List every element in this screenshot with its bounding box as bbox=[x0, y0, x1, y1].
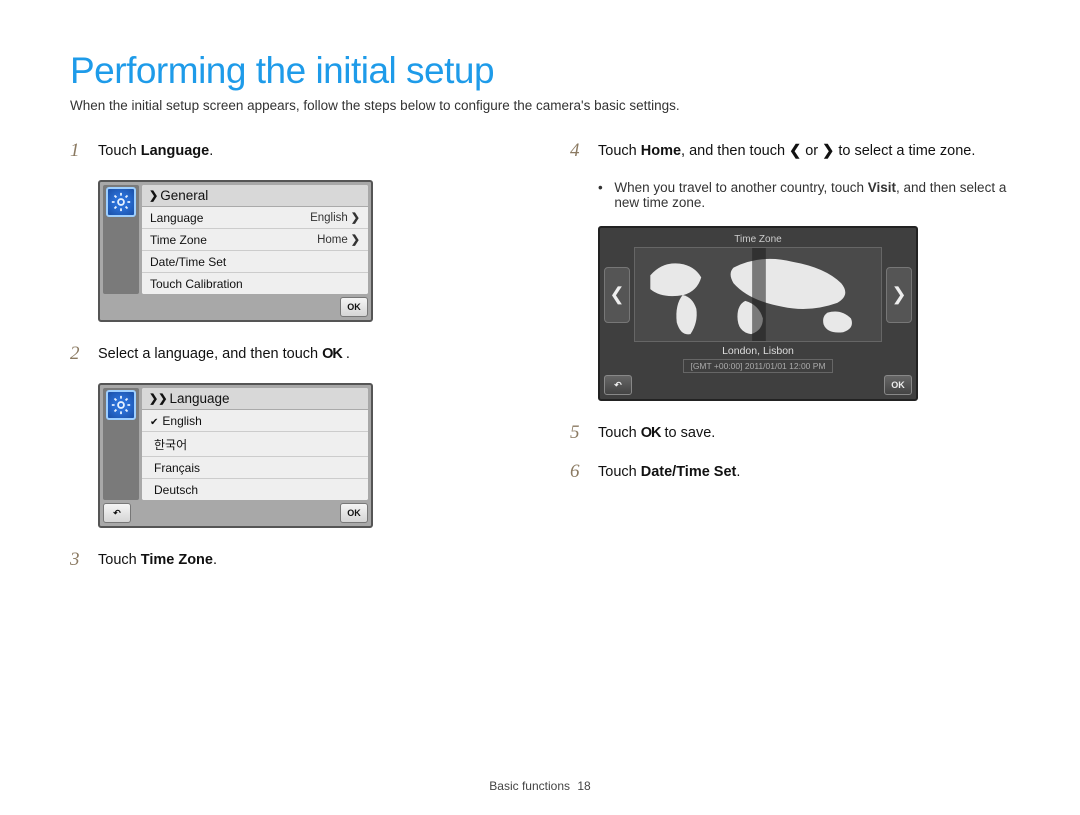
panel-timezone: Time Zone ❮ ❯ bbox=[598, 226, 918, 401]
panel-general: ❯ General Language English❯ Time Zone Ho… bbox=[98, 180, 373, 322]
gear-icon[interactable] bbox=[106, 187, 136, 217]
row-label: Time Zone bbox=[150, 233, 207, 247]
panel-header: ❯ General bbox=[142, 185, 368, 207]
language-option-german[interactable]: Deutsch bbox=[142, 479, 368, 500]
step-5: 5 Touch OK to save. bbox=[570, 423, 1020, 444]
panel-header: ❯❯ Language bbox=[142, 388, 368, 410]
sub-pre: When you travel to another country, touc… bbox=[614, 180, 867, 195]
row-value: Home bbox=[317, 234, 348, 246]
step-pre: Touch bbox=[598, 464, 641, 480]
panel-side-tabs bbox=[103, 388, 139, 500]
chevron-left-icon: ❮ bbox=[789, 143, 801, 159]
step-number: 3 bbox=[70, 550, 88, 571]
step-or: or bbox=[801, 143, 822, 159]
intro-text: When the initial setup screen appears, f… bbox=[70, 98, 1020, 113]
step-post: . bbox=[209, 143, 213, 159]
row-label: Language bbox=[150, 211, 203, 225]
step-mid: , and then touch bbox=[681, 143, 789, 159]
step-pre: Select a language, and then touch bbox=[98, 346, 322, 362]
language-option-french[interactable]: Français bbox=[142, 457, 368, 479]
back-button[interactable]: ↶ bbox=[103, 503, 131, 523]
setting-row-timezone[interactable]: Time Zone Home❯ bbox=[142, 229, 368, 251]
step-bold: Time Zone bbox=[141, 552, 213, 568]
step-number: 2 bbox=[70, 344, 88, 365]
left-column: 1 Touch Language. ❯ General bbox=[70, 141, 520, 589]
ok-icon: OK bbox=[322, 346, 342, 362]
step-bold: Language bbox=[141, 143, 209, 159]
setting-row-datetime[interactable]: Date/Time Set bbox=[142, 251, 368, 273]
right-column: 4 Touch Home, and then touch ❮ or ❯ to s… bbox=[570, 141, 1020, 589]
step-text: Touch Date/Time Set. bbox=[598, 462, 1020, 483]
panel-side-tabs bbox=[103, 185, 139, 294]
breadcrumb-chevron-icon: ❯ bbox=[149, 189, 158, 202]
world-map[interactable] bbox=[634, 247, 882, 342]
tz-city-label: London, Lisbon bbox=[604, 345, 912, 357]
step-text: Touch Home, and then touch ❮ or ❯ to sel… bbox=[598, 141, 1020, 162]
ok-icon: OK bbox=[641, 425, 661, 441]
step-2: 2 Select a language, and then touch OK . bbox=[70, 344, 520, 365]
ok-button[interactable]: OK bbox=[340, 503, 368, 523]
chevron-right-icon: ❯ bbox=[822, 143, 834, 159]
sub-bold: Visit bbox=[868, 180, 896, 195]
breadcrumb-label: Language bbox=[169, 391, 229, 406]
step-text: Touch Time Zone. bbox=[98, 550, 520, 571]
step-post: to save. bbox=[660, 425, 715, 441]
row-label: Touch Calibration bbox=[150, 277, 243, 291]
bullet-icon: • bbox=[598, 180, 606, 210]
setting-row-language[interactable]: Language English❯ bbox=[142, 207, 368, 229]
step-number: 6 bbox=[570, 462, 588, 483]
world-map-icon bbox=[635, 248, 881, 341]
step-text: Select a language, and then touch OK . bbox=[98, 344, 520, 365]
step-pre: Touch bbox=[98, 552, 141, 568]
step-post: . bbox=[736, 464, 740, 480]
step-text: Touch OK to save. bbox=[598, 423, 1020, 444]
step-text: Touch Language. bbox=[98, 141, 520, 162]
footer-section: Basic functions bbox=[489, 779, 570, 793]
step-bold: Home bbox=[641, 143, 681, 159]
setting-row-calibration[interactable]: Touch Calibration bbox=[142, 273, 368, 294]
tz-title: Time Zone bbox=[604, 232, 912, 247]
step-number: 5 bbox=[570, 423, 588, 444]
back-button[interactable]: ↶ bbox=[604, 375, 632, 395]
step-pre: Touch bbox=[598, 425, 641, 441]
sub-text: When you travel to another country, touc… bbox=[614, 180, 1020, 210]
step-number: 4 bbox=[570, 141, 588, 162]
ok-button[interactable]: OK bbox=[340, 297, 368, 317]
breadcrumb-label: General bbox=[160, 188, 208, 203]
page-footer: Basic functions 18 bbox=[0, 779, 1080, 793]
language-option-korean[interactable]: 한국어 bbox=[142, 432, 368, 457]
option-label: Deutsch bbox=[154, 483, 198, 497]
gear-icon[interactable] bbox=[106, 390, 136, 420]
row-value: English bbox=[310, 212, 348, 224]
step-4: 4 Touch Home, and then touch ❮ or ❯ to s… bbox=[570, 141, 1020, 162]
check-icon: ✔ bbox=[150, 417, 158, 428]
page-title: Performing the initial setup bbox=[70, 50, 1020, 92]
step-bold: Date/Time Set bbox=[641, 464, 737, 480]
tz-next-button[interactable]: ❯ bbox=[886, 267, 912, 323]
footer-page-number: 18 bbox=[577, 779, 590, 793]
option-label: 한국어 bbox=[154, 438, 187, 452]
tz-date-label: [GMT +00:00] 2011/01/01 12:00 PM bbox=[683, 359, 833, 373]
ok-button[interactable]: OK bbox=[884, 375, 912, 395]
step-post: to select a time zone. bbox=[834, 143, 975, 159]
chevron-right-icon: ❯ bbox=[351, 233, 360, 246]
chevron-right-icon: ❯ bbox=[351, 211, 360, 224]
panel-language: ❯❯ Language ✔ English 한국어 Français Deutsc… bbox=[98, 383, 373, 528]
language-option-english[interactable]: ✔ English bbox=[142, 410, 368, 432]
step-1: 1 Touch Language. bbox=[70, 141, 520, 162]
option-label: Français bbox=[154, 461, 200, 475]
step-4-sub-bullet: • When you travel to another country, to… bbox=[598, 180, 1020, 210]
step-post: . bbox=[213, 552, 217, 568]
step-3: 3 Touch Time Zone. bbox=[70, 550, 520, 571]
step-6: 6 Touch Date/Time Set. bbox=[570, 462, 1020, 483]
step-pre: Touch bbox=[598, 143, 641, 159]
tz-prev-button[interactable]: ❮ bbox=[604, 267, 630, 323]
row-label: Date/Time Set bbox=[150, 255, 226, 269]
option-label: English bbox=[162, 414, 201, 428]
breadcrumb-chevron-icon: ❯❯ bbox=[149, 392, 167, 405]
step-pre: Touch bbox=[98, 143, 141, 159]
step-number: 1 bbox=[70, 141, 88, 162]
step-post: . bbox=[342, 346, 350, 362]
